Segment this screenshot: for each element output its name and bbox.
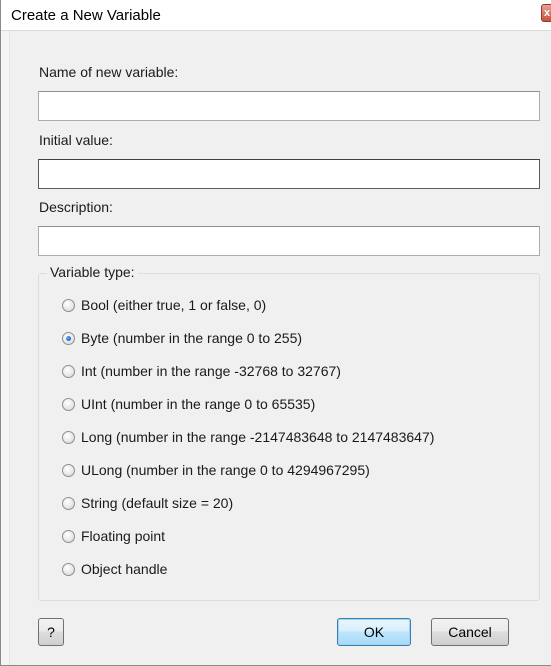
window-frame-edge: [1, 31, 10, 665]
radio-label: String (default size = 20): [81, 495, 234, 511]
name-label: Name of new variable:: [39, 64, 179, 80]
radio-label: Bool (either true, 1 or false, 0): [81, 297, 267, 313]
radio-button[interactable]: [62, 496, 75, 510]
radio-button[interactable]: [62, 331, 75, 345]
create-variable-dialog: Create a New Variable x Name of new vari…: [0, 0, 551, 666]
radio-button[interactable]: [62, 529, 75, 543]
radio-bool[interactable]: Bool (either true, 1 or false, 0): [62, 295, 266, 315]
radio-object-handle[interactable]: Object handle: [62, 559, 167, 579]
radio-int[interactable]: Int (number in the range -32768 to 32767…: [62, 361, 341, 381]
name-input[interactable]: [38, 91, 540, 121]
help-button[interactable]: ?: [38, 618, 64, 646]
radio-button[interactable]: [62, 430, 75, 444]
dialog-body: Name of new variable: Initial value: Des…: [10, 31, 551, 665]
radio-label: Object handle: [81, 561, 168, 577]
radio-button[interactable]: [62, 562, 75, 576]
radio-uint[interactable]: UInt (number in the range 0 to 65535): [62, 394, 315, 414]
radio-string[interactable]: String (default size = 20): [62, 493, 233, 513]
title-bar[interactable]: Create a New Variable x: [1, 0, 551, 31]
radio-label: UInt (number in the range 0 to 65535): [81, 396, 316, 412]
description-label: Description:: [39, 199, 113, 215]
radio-button[interactable]: [62, 364, 75, 378]
description-input[interactable]: [38, 226, 540, 256]
dialog-title: Create a New Variable: [11, 7, 161, 24]
variable-type-legend: Variable type:: [47, 264, 138, 280]
cancel-button[interactable]: Cancel: [431, 618, 509, 646]
radio-floating-point[interactable]: Floating point: [62, 526, 165, 546]
radio-label: Int (number in the range -32768 to 32767…: [81, 363, 341, 379]
radio-byte[interactable]: Byte (number in the range 0 to 255): [62, 328, 302, 348]
radio-label: Byte (number in the range 0 to 255): [81, 330, 303, 346]
radio-long[interactable]: Long (number in the range -2147483648 to…: [62, 427, 434, 447]
radio-label: ULong (number in the range 0 to 42949672…: [81, 462, 370, 478]
radio-button[interactable]: [62, 397, 75, 411]
initial-value-input[interactable]: [38, 159, 540, 189]
close-icon[interactable]: x: [541, 4, 551, 22]
radio-button[interactable]: [62, 463, 75, 477]
initial-value-label: Initial value:: [39, 132, 113, 148]
radio-label: Floating point: [81, 528, 166, 544]
ok-button[interactable]: OK: [337, 618, 411, 646]
radio-ulong[interactable]: ULong (number in the range 0 to 42949672…: [62, 460, 370, 480]
radio-label: Long (number in the range -2147483648 to…: [81, 429, 435, 445]
radio-button[interactable]: [62, 298, 75, 312]
